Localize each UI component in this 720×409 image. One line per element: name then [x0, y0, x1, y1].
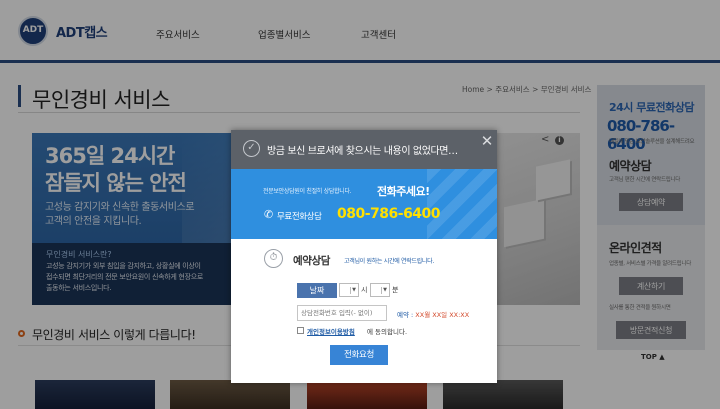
consultation-modal: ✓ 방금 보신 브로셔에 찾으시는 내용이 없었다면… ✕ 전문보안상담원이 친…: [231, 130, 497, 383]
clock-icon: ⏱: [264, 249, 283, 268]
consent-text: 에 동의합니다.: [367, 328, 408, 336]
reservation-time-label: 예약 :: [397, 311, 414, 319]
minute-select[interactable]: ▼: [370, 283, 390, 297]
reservation-time-value: XX월 XX일 XX:XX: [415, 311, 470, 319]
call-request-button[interactable]: 전화요청: [330, 345, 388, 365]
chevron-down-icon: ▼: [381, 287, 388, 294]
phone-number-input[interactable]: 상담전화번호 입력(- 없이): [297, 305, 387, 321]
page: ADT ADT캡스 주요서비스 업종별서비스 고객센터 무인경비 서비스 Hom…: [0, 0, 720, 409]
chevron-down-icon: ▼: [350, 287, 357, 294]
banner-emphasis: 전화주세요!: [377, 185, 430, 198]
phone-consult-banner: 전문보안상담원이 친절히 상담합니다. 전화주세요! ✆ 무료전화상담 080-…: [231, 169, 497, 239]
close-icon[interactable]: ✕: [480, 134, 494, 149]
check-circle-icon: ✓: [243, 140, 260, 157]
modal-title: 방금 보신 브로셔에 찾으시는 내용이 없었다면…: [267, 146, 458, 157]
reservation-time: 예약 : XX월 XX일 XX:XX: [397, 309, 469, 319]
reservation-description: 고객님이 원하는 시간에 연락드립니다.: [344, 258, 434, 265]
phone-icon: ✆: [264, 208, 274, 221]
reservation-title: 예약상담: [293, 255, 331, 267]
free-phone-number[interactable]: 080-786-6400: [337, 206, 441, 222]
free-phone-label: 무료전화상담: [277, 212, 322, 222]
consent-checkbox[interactable]: [297, 327, 304, 334]
banner-decoration: [427, 169, 497, 239]
banner-subtext: 전문보안상담원이 친절히 상담합니다.: [263, 188, 352, 195]
date-picker-button[interactable]: 날짜: [297, 283, 337, 298]
hour-select[interactable]: ▼: [339, 283, 359, 297]
privacy-policy-link[interactable]: 개인정보이용방침: [307, 326, 355, 336]
minute-label: 분: [392, 286, 399, 294]
hour-label: 시: [361, 286, 368, 294]
modal-header: ✓ 방금 보신 브로셔에 찾으시는 내용이 없었다면… ✕: [231, 130, 497, 169]
